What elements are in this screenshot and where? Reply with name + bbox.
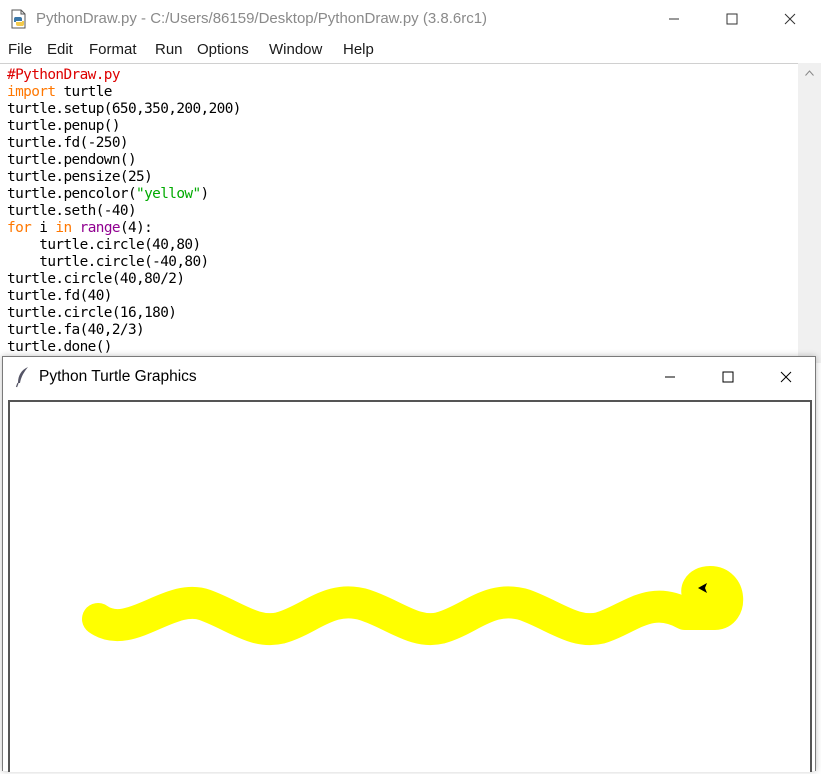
- code-line[interactable]: turtle.fa(40,2/3): [7, 322, 145, 339]
- turtle-minimize-button[interactable]: [641, 357, 699, 397]
- code-line[interactable]: turtle.fd(40): [7, 288, 112, 305]
- menu-window[interactable]: Window: [269, 41, 322, 58]
- code-line[interactable]: turtle.fd(-250): [7, 135, 129, 152]
- arrow-up-icon: [805, 70, 814, 76]
- code-token: turtle.fd(40): [7, 288, 112, 304]
- code-token: #PythonDraw.py: [7, 67, 121, 83]
- code-token: turtle: [55, 84, 112, 100]
- idle-title-bar[interactable]: PythonDraw.py - C:/Users/86159/Desktop/P…: [0, 0, 821, 38]
- code-token: turtle.circle(16,180): [7, 305, 177, 321]
- code-token: turtle.done(): [7, 339, 112, 355]
- editor-vertical-scrollbar[interactable]: [798, 63, 821, 363]
- code-token: turtle.circle(-40,80): [7, 254, 209, 270]
- turtle-canvas[interactable]: [8, 400, 812, 772]
- code-token: turtle.setup(650,350,200,200): [7, 101, 241, 117]
- code-token: turtle.pensize(25): [7, 169, 153, 185]
- code-line[interactable]: turtle.setup(650,350,200,200): [7, 101, 241, 118]
- code-token: for: [7, 220, 32, 236]
- minimize-icon: [665, 376, 675, 378]
- code-token: import: [7, 84, 56, 100]
- python-file-icon: [11, 9, 26, 29]
- menu-edit[interactable]: Edit: [47, 41, 73, 58]
- code-line[interactable]: turtle.circle(40,80/2): [7, 271, 185, 288]
- code-editor[interactable]: #PythonDraw.py import turtle turtle.setup(…: [0, 63, 798, 364]
- code-line[interactable]: #PythonDraw.py: [7, 67, 121, 84]
- turtle-title-bar[interactable]: Python Turtle Graphics: [3, 357, 815, 397]
- code-line[interactable]: turtle.circle(40,80): [7, 237, 201, 254]
- code-token: "yellow": [136, 186, 201, 202]
- maximize-icon: [722, 371, 734, 383]
- code-line[interactable]: import turtle: [7, 84, 112, 101]
- snake-body-stroke: [82, 566, 744, 646]
- code-line[interactable]: turtle.circle(16,180): [7, 305, 177, 322]
- idle-minimize-button[interactable]: [645, 0, 703, 38]
- menu-options[interactable]: Options: [197, 41, 249, 58]
- code-token: turtle.circle(40,80): [7, 237, 201, 253]
- idle-close-button[interactable]: [761, 0, 819, 38]
- turtle-close-button[interactable]: [757, 357, 815, 397]
- menu-run[interactable]: Run: [155, 41, 183, 58]
- turtle-graphics-window: Python Turtle Graphics: [2, 356, 816, 772]
- feather-icon: [15, 367, 28, 388]
- code-token: (4):: [119, 220, 153, 236]
- turtle-maximize-button[interactable]: [699, 357, 757, 397]
- minimize-icon: [669, 18, 679, 20]
- code-line[interactable]: turtle.done(): [7, 339, 112, 356]
- idle-maximize-button[interactable]: [703, 0, 761, 38]
- code-token: turtle.fa(40,2/3): [7, 322, 145, 338]
- code-line[interactable]: turtle.pendown(): [7, 152, 137, 169]
- code-token: turtle.pendown(): [7, 152, 137, 168]
- menu-format[interactable]: Format: [89, 41, 137, 58]
- turtle-window-title: Python Turtle Graphics: [39, 368, 197, 385]
- maximize-icon: [726, 13, 738, 25]
- menu-file[interactable]: File: [8, 41, 32, 58]
- code-line[interactable]: for i in range(4):: [7, 220, 153, 237]
- scroll-up-button[interactable]: [798, 63, 821, 83]
- code-token: ): [200, 186, 210, 202]
- code-line[interactable]: turtle.pensize(25): [7, 169, 153, 186]
- code-token: turtle.circle(40,80/2): [7, 271, 185, 287]
- code-line[interactable]: turtle.penup(): [7, 118, 121, 135]
- close-icon: [784, 13, 796, 25]
- code-token: turtle.seth(-40): [7, 203, 137, 219]
- code-token: turtle.pencolor(: [7, 186, 137, 202]
- code-token: turtle.penup(): [7, 118, 121, 134]
- menu-help[interactable]: Help: [343, 41, 374, 58]
- turtle-drawing: [82, 566, 744, 646]
- code-token: turtle.fd(-250): [7, 135, 129, 151]
- idle-window-title: PythonDraw.py - C:/Users/86159/Desktop/P…: [36, 10, 488, 27]
- code-token: i: [31, 220, 56, 236]
- code-token: range: [79, 220, 121, 236]
- code-line[interactable]: turtle.pencolor("yellow"): [7, 186, 209, 203]
- close-icon: [780, 371, 792, 383]
- code-token: in: [55, 220, 72, 236]
- code-line[interactable]: turtle.seth(-40): [7, 203, 137, 220]
- code-line[interactable]: turtle.circle(-40,80): [7, 254, 209, 271]
- idle-menu-bar: File Edit Format Run Options Window Help: [0, 38, 821, 63]
